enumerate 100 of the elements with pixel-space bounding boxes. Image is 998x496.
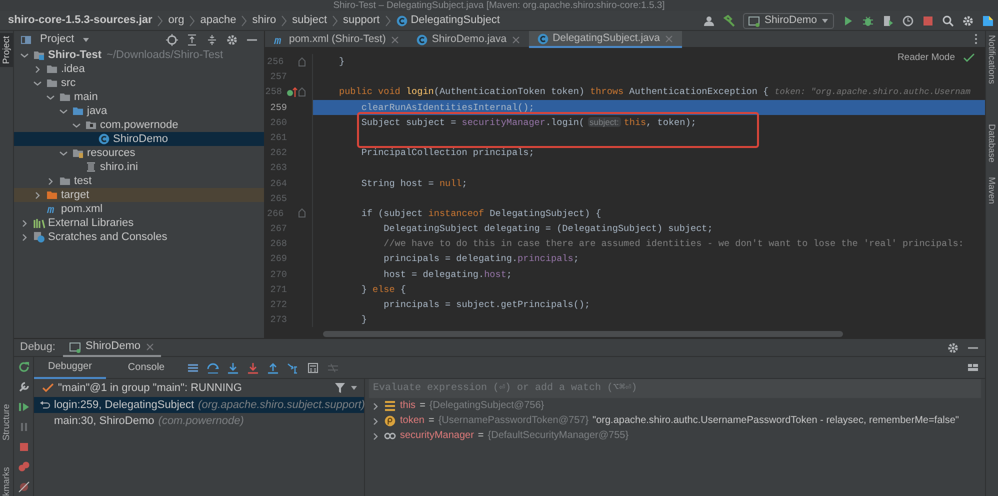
fold-icon[interactable]	[298, 208, 306, 218]
application-icon	[69, 340, 82, 352]
close-icon[interactable]	[510, 34, 521, 44]
calculator-icon[interactable]	[306, 362, 319, 374]
close-icon[interactable]	[390, 34, 400, 44]
tool-window-tab[interactable]: Database	[986, 124, 998, 163]
settings-icon[interactable]	[947, 342, 959, 354]
fold-icon[interactable]	[298, 56, 306, 67]
session-tab[interactable]: ShiroDemo	[63, 338, 161, 356]
breadcrumb-item[interactable]: support	[343, 12, 380, 29]
stack-frame[interactable]: main:30, ShiroDemo (com.powernode)	[34, 413, 364, 429]
inline-value: token: "org.apache.shiro.authc.Usernam	[774, 87, 971, 98]
chevron-icon[interactable]	[59, 148, 68, 158]
reader-mode-link[interactable]: Reader Mode	[897, 51, 955, 66]
panel-icon	[20, 34, 32, 46]
breadcrumb-item[interactable]: org	[168, 12, 184, 29]
application-icon	[748, 14, 760, 26]
tree-item[interactable]: Scratches and Consoles	[14, 230, 264, 244]
bug-icon[interactable]	[862, 14, 874, 26]
module-icon	[33, 49, 45, 61]
fold-icon[interactable]	[298, 86, 306, 97]
wrench-icon[interactable]	[18, 381, 30, 393]
more-icon[interactable]	[973, 33, 979, 45]
tree-item[interactable]: java	[14, 104, 264, 118]
tree-item[interactable]: src	[14, 76, 264, 90]
step-out-icon[interactable]	[266, 362, 279, 374]
expand-all-icon[interactable]	[186, 34, 198, 46]
step-over-icon[interactable]	[206, 362, 219, 374]
tree-item[interactable]: .idea	[14, 62, 264, 76]
line-number: 266	[266, 206, 284, 221]
breakpoints-icon[interactable]	[18, 461, 30, 473]
hammer-icon[interactable]	[723, 14, 736, 26]
tree-item[interactable]: target	[14, 188, 264, 202]
force-step-into-icon[interactable]	[246, 362, 259, 374]
collapse-all-icon[interactable]	[206, 34, 218, 46]
mute-breakpoints-icon[interactable]	[18, 481, 30, 493]
filter-icon[interactable]	[334, 382, 346, 394]
tool-window-tab[interactable]: Notifications	[986, 35, 998, 84]
breadcrumb-item[interactable]: shiro-core-1.5.3-sources.jar	[8, 12, 152, 29]
tree-item[interactable]: com.powernode	[14, 118, 264, 132]
debugger-tab[interactable]: Console	[114, 356, 179, 378]
breadcrumb-item[interactable]: apache	[200, 12, 236, 29]
scrollbar[interactable]	[323, 331, 843, 337]
override-icon[interactable]	[286, 86, 298, 98]
debugger-tab[interactable]: Debugger	[34, 356, 106, 378]
tool-window-tab[interactable]: kmarks	[0, 464, 13, 496]
variable-value: "org.apache.shiro.authc.UsernamePasswordToken - relaysec, rememberMe=false"	[592, 414, 959, 428]
settings-icon[interactable]	[962, 14, 974, 26]
tree-item[interactable]: resources	[14, 146, 264, 160]
stop-icon[interactable]	[18, 441, 30, 453]
caret-icon[interactable]	[350, 384, 358, 392]
run-icon[interactable]	[842, 14, 854, 26]
tool-window-tab[interactable]: Project	[0, 33, 13, 68]
tool-window-tab[interactable]: Structure	[0, 401, 13, 444]
check-icon	[963, 52, 975, 64]
tree-item[interactable]: main	[14, 90, 264, 104]
code-comment: //we have to do this in case there are assumed identities - we don't want to lose the 'real' principals:	[384, 238, 964, 250]
class-icon	[98, 133, 110, 145]
breadcrumb-item[interactable]: shiro	[252, 12, 276, 29]
step-into-icon[interactable]	[226, 362, 239, 374]
settings-icon[interactable]	[226, 34, 238, 46]
stop-icon[interactable]	[922, 14, 934, 26]
run-configuration-dropdown[interactable]: ShiroDemo	[743, 12, 834, 28]
chevron-icon	[280, 14, 288, 26]
line-number: 270	[269, 268, 287, 282]
user-icon[interactable]	[703, 14, 716, 26]
folder-icon	[46, 189, 58, 201]
menu-icon[interactable]	[186, 362, 199, 374]
layout-icon[interactable]	[967, 362, 979, 374]
file-icon	[85, 161, 97, 173]
thread-status[interactable]: "main"@1 in group "main": RUNNING	[58, 380, 242, 396]
tool-window-tab[interactable]: Maven	[986, 176, 998, 204]
equals-sign: =	[478, 429, 484, 443]
code-text: String host = null;	[361, 178, 468, 188]
check-icon	[42, 382, 54, 394]
chevron-icon	[331, 14, 339, 26]
editor-tab[interactable]: pom.xml (Shiro-Test)	[265, 31, 408, 48]
search-icon[interactable]	[942, 14, 954, 26]
locate-icon[interactable]	[166, 34, 178, 46]
breadcrumb-item[interactable]: subject	[292, 12, 327, 29]
stack-frame[interactable]: login:259, DelegatingSubject (org.apache.shiro.subject.support)	[34, 397, 364, 413]
tree-item[interactable]: ShiroDemo	[14, 132, 264, 146]
run-to-cursor-icon[interactable]	[286, 362, 299, 374]
close-icon[interactable]	[144, 342, 155, 352]
tree-item[interactable]: shiro.ini	[14, 160, 264, 174]
editor-tab[interactable]: ShiroDemo.java	[408, 31, 529, 48]
tree-item[interactable]: test	[14, 174, 264, 188]
caret-icon[interactable]	[82, 36, 90, 44]
logo-icon[interactable]	[982, 14, 994, 26]
rerun-icon[interactable]	[18, 361, 30, 373]
code-text: DelegatingSubject delegating = (DelegatingSubject) subject;	[384, 223, 713, 234]
panel-title[interactable]: Project	[40, 31, 74, 48]
line-number: 258	[265, 85, 282, 100]
parameter-hint: subject:	[588, 116, 621, 127]
breadcrumb-item[interactable]: DelegatingSubject	[410, 12, 500, 29]
editor-tab[interactable]: DelegatingSubject.java	[528, 31, 682, 48]
tree-item[interactable]: Shiro-Test ~/Downloads/Shiro-Test	[14, 48, 264, 62]
tree-item[interactable]: pom.xml	[14, 202, 264, 216]
resume-icon[interactable]	[18, 401, 30, 413]
tree-item[interactable]: External Libraries	[14, 216, 264, 230]
